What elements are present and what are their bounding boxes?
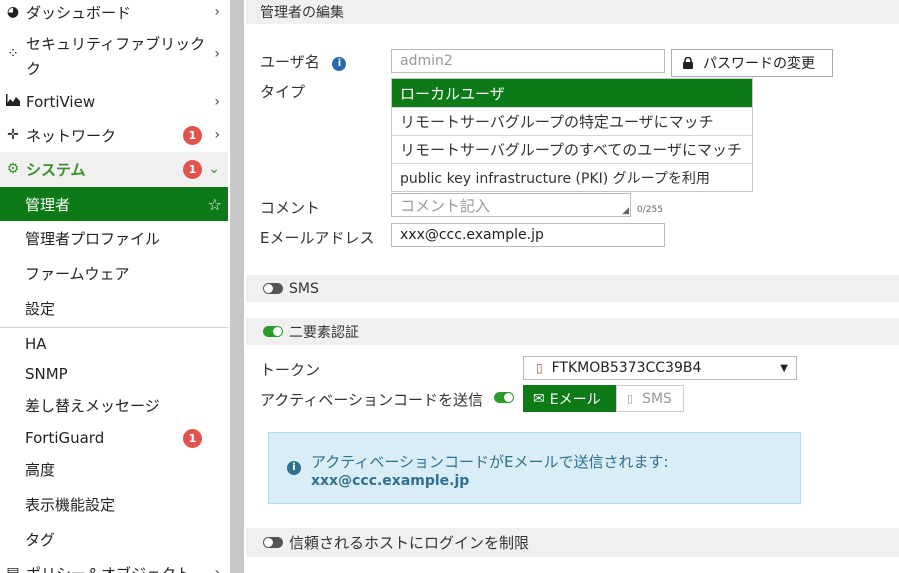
sidebar-item-firmware[interactable]: ファームウェア bbox=[0, 256, 228, 290]
gear-icon: ⚙ bbox=[6, 161, 20, 177]
info-message-box: i アクティベーションコードがEメールで送信されます: xxx@ccc.exam… bbox=[268, 432, 801, 504]
chevron-right-icon: › bbox=[214, 46, 220, 62]
sidebar-scrollbar[interactable] bbox=[230, 0, 244, 573]
sidebar-item-policy-objects[interactable]: ▤ ポリシー＆オブジェクト › bbox=[0, 560, 228, 573]
sidebar-item-dashboard[interactable]: ◕ ダッシュボード › bbox=[0, 0, 228, 24]
network-icon: ✛ bbox=[7, 127, 19, 143]
activation-toggle[interactable] bbox=[494, 392, 514, 403]
sidebar-item-admin-profiles[interactable]: 管理者プロファイル bbox=[0, 221, 228, 255]
type-option-pki[interactable]: public key infrastructure (PKI) グループを利用 bbox=[392, 163, 752, 191]
resize-handle-icon[interactable]: ◢ bbox=[622, 206, 629, 216]
type-option-remote-all[interactable]: リモートサーバグループのすべてのユーザにマッチ bbox=[392, 135, 752, 163]
sidebar-item-tags[interactable]: タグ bbox=[0, 522, 228, 556]
page-title: 管理者の編集 bbox=[246, 0, 899, 24]
chevron-right-icon: › bbox=[214, 565, 220, 573]
sidebar-item-label: システム bbox=[26, 160, 86, 179]
sidebar-item-ha[interactable]: HA bbox=[0, 328, 228, 360]
type-option-remote-specific[interactable]: リモートサーバグループの特定ユーザにマッチ bbox=[392, 107, 752, 135]
chart-icon bbox=[2, 94, 24, 110]
notification-badge: 1 bbox=[183, 428, 202, 448]
notification-badge: 1 bbox=[183, 125, 202, 145]
mobile-icon: ▯ bbox=[627, 392, 634, 405]
sidebar-item-label: 表示機能設定 bbox=[25, 495, 116, 514]
star-icon[interactable]: ☆ bbox=[208, 195, 222, 214]
sms-section: SMS bbox=[246, 275, 899, 302]
token-label: トークン bbox=[260, 361, 321, 379]
token-select[interactable]: ▯ FTKMOB5373CC39B4 ▼ bbox=[523, 356, 797, 380]
dashboard-icon: ◕ bbox=[6, 4, 20, 20]
sidebar-item-advanced[interactable]: 高度 bbox=[0, 452, 228, 486]
sidebar-item-label: FortiView bbox=[26, 93, 96, 111]
info-icon: i bbox=[287, 461, 301, 475]
username-label: ユーザ名 i bbox=[260, 51, 347, 72]
app-window: ◕ ダッシュボード › ⁘ セキュリティファブリック ク › FortiView… bbox=[0, 0, 899, 573]
comment-counter: 0/255 bbox=[637, 205, 663, 215]
sidebar-item-label: 管理者 bbox=[25, 195, 71, 214]
notification-badge: 1 bbox=[183, 159, 202, 179]
email-field[interactable]: xxx@ccc.example.jp bbox=[391, 223, 665, 247]
chevron-right-icon: › bbox=[214, 4, 220, 20]
sidebar-item-snmp[interactable]: SNMP bbox=[0, 358, 228, 390]
sidebar-item-label: 差し替えメッセージ bbox=[25, 396, 160, 415]
fabric-icon: ⁘ bbox=[7, 46, 19, 62]
type-option-local-user[interactable]: ローカルユーザ bbox=[392, 79, 752, 107]
lock-icon bbox=[683, 57, 693, 69]
trusted-hosts-section: 信頼されるホストにログインを制限 bbox=[246, 528, 899, 557]
email-label: Eメールアドレス bbox=[260, 229, 375, 247]
info-message-text: アクティベーションコードがEメールで送信されます: bbox=[311, 453, 669, 471]
sidebar-item-label: ダッシュボード bbox=[26, 3, 132, 22]
sms-method-button[interactable]: ▯ SMS bbox=[616, 385, 684, 412]
sidebar-item-label: 管理者プロファイル bbox=[25, 229, 161, 248]
change-password-button[interactable]: パスワードの変更 bbox=[671, 49, 833, 77]
sidebar: ◕ ダッシュボード › ⁘ セキュリティファブリック ク › FortiView… bbox=[0, 0, 228, 573]
sidebar-item-label: タグ bbox=[25, 530, 56, 549]
info-message-email: xxx@ccc.example.jp bbox=[311, 473, 470, 489]
chevron-down-icon: ⌄ bbox=[208, 161, 220, 177]
sidebar-item-security-fabric[interactable]: ⁘ セキュリティファブリック ク › bbox=[0, 32, 228, 82]
sidebar-item-label: ネットワーク bbox=[26, 126, 117, 145]
two-factor-toggle[interactable] bbox=[263, 326, 283, 337]
sidebar-item-label-line2: ク bbox=[26, 60, 42, 78]
sidebar-item-fortiview[interactable]: FortiView › bbox=[0, 90, 228, 114]
sidebar-item-label: SNMP bbox=[25, 365, 68, 383]
sidebar-item-network[interactable]: ✛ ネットワーク 1 › bbox=[0, 121, 228, 149]
comment-label: コメント bbox=[260, 199, 321, 217]
activation-label: アクティベーションコードを送信 bbox=[260, 391, 484, 409]
sidebar-item-label: 高度 bbox=[25, 460, 56, 479]
username-field[interactable]: admin2 bbox=[391, 49, 665, 73]
sidebar-item-label: FortiGuard bbox=[25, 429, 105, 447]
sidebar-item-settings[interactable]: 設定 bbox=[0, 291, 228, 325]
sidebar-item-label: セキュリティファブリック bbox=[26, 35, 206, 53]
info-icon: i bbox=[332, 57, 347, 71]
two-factor-section: 二要素認証 bbox=[246, 318, 899, 345]
chevron-right-icon: › bbox=[214, 127, 220, 143]
main-panel: 管理者の編集 ユーザ名 i admin2 パスワードの変更 タイプ ローカルユー… bbox=[246, 0, 899, 573]
sidebar-item-label: HA bbox=[25, 335, 47, 353]
sidebar-item-label: ポリシー＆オブジェクト bbox=[26, 563, 191, 573]
policy-icon: ▤ bbox=[6, 565, 20, 573]
trusted-hosts-toggle[interactable] bbox=[263, 537, 283, 548]
type-selector[interactable]: ローカルユーザ リモートサーバグループの特定ユーザにマッチ リモートサーバグルー… bbox=[391, 78, 753, 192]
sidebar-item-label: 設定 bbox=[25, 299, 56, 318]
sidebar-item-system[interactable]: ⚙ システム 1 ⌄ bbox=[0, 152, 228, 186]
sidebar-item-label: ファームウェア bbox=[25, 264, 130, 283]
email-method-button[interactable]: ✉ Eメール bbox=[523, 385, 616, 412]
type-label: タイプ bbox=[260, 83, 306, 101]
sidebar-item-replacement-messages[interactable]: 差し替えメッセージ bbox=[0, 388, 228, 422]
sidebar-item-administrators[interactable]: 管理者 ☆ bbox=[0, 187, 228, 221]
sidebar-item-feature-visibility[interactable]: 表示機能設定 bbox=[0, 487, 228, 521]
sidebar-item-fortiguard[interactable]: FortiGuard 1 bbox=[0, 422, 228, 454]
comment-textarea[interactable]: コメント記入 ◢ bbox=[391, 193, 631, 217]
chevron-right-icon: › bbox=[214, 94, 220, 110]
envelope-icon: ✉ bbox=[533, 390, 545, 407]
caret-down-icon: ▼ bbox=[780, 362, 788, 374]
sms-toggle[interactable] bbox=[263, 283, 283, 294]
mobile-icon: ▯ bbox=[536, 361, 543, 375]
